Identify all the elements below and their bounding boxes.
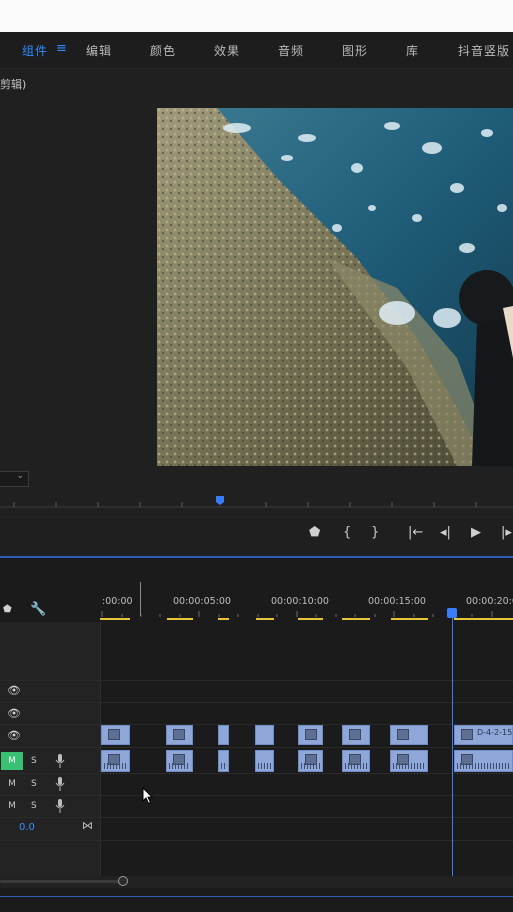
workspace-tab-bar: 组件 ≡ 编辑 颜色 效果 音频 图形 库 抖音竖版 xyxy=(0,32,513,69)
microphone-icon[interactable] xyxy=(55,754,65,768)
video-clip[interactable] xyxy=(255,725,274,745)
master-volume-value[interactable]: 0.0 xyxy=(19,822,35,833)
panel-border xyxy=(0,896,513,897)
tab-graphics[interactable]: 图形 xyxy=(342,42,368,59)
audio-clip[interactable] xyxy=(255,750,274,772)
scroll-handle[interactable] xyxy=(118,876,128,886)
audio-clip[interactable] xyxy=(101,750,130,772)
video-clip[interactable] xyxy=(298,725,323,745)
tab-editing[interactable]: 编辑 xyxy=(86,42,112,59)
tab-audio[interactable]: 音频 xyxy=(278,42,304,59)
render-bar xyxy=(100,618,130,620)
video-clip[interactable] xyxy=(342,725,370,745)
mark-out-icon[interactable]: } xyxy=(371,525,379,540)
monitor-playhead[interactable] xyxy=(216,496,224,505)
audio-clip[interactable] xyxy=(390,750,428,772)
track-headers xyxy=(0,622,101,876)
tab-color[interactable]: 颜色 xyxy=(150,42,176,59)
render-bar xyxy=(256,618,274,620)
audio-clip[interactable] xyxy=(298,750,323,772)
render-bar xyxy=(167,618,193,620)
monitor-title: 剪辑) xyxy=(0,78,27,91)
mark-in-icon[interactable]: { xyxy=(343,525,351,540)
play-icon[interactable]: ▶ xyxy=(471,525,481,540)
timecode-label: 00:00:05:00 xyxy=(173,596,231,607)
scroll-track[interactable] xyxy=(0,880,124,883)
timecode-label: 00:00:15:00 xyxy=(368,596,426,607)
monitor-time-ruler[interactable] xyxy=(0,496,513,518)
mute-button[interactable]: M xyxy=(1,797,23,815)
clip-thumbnail-icon xyxy=(397,729,409,740)
chevron-down-icon: ⌄ xyxy=(16,471,24,481)
audio-clip[interactable] xyxy=(166,750,193,772)
solo-button[interactable]: S xyxy=(31,779,37,789)
render-bar xyxy=(454,618,513,620)
timecode-label: 00:00:20:00 xyxy=(466,596,513,607)
tab-douyin-vertical[interactable]: 抖音竖版 xyxy=(458,42,510,59)
eye-icon[interactable]: 👁 xyxy=(7,729,21,742)
clip-thumbnail-icon xyxy=(349,729,361,740)
cursor-position-line xyxy=(140,582,141,616)
audio-clip[interactable] xyxy=(342,750,370,772)
render-bar xyxy=(342,618,370,620)
timecode-label: 00:00:10:00 xyxy=(271,596,329,607)
render-bar xyxy=(391,618,428,620)
timecode-label: :00:00 xyxy=(102,596,133,607)
render-bar xyxy=(218,618,229,620)
playhead-line xyxy=(452,612,453,877)
audio-clip[interactable] xyxy=(454,750,513,772)
mute-button[interactable]: M xyxy=(1,752,23,770)
step-forward-icon[interactable]: |▸ xyxy=(501,525,512,540)
go-to-in-icon[interactable]: |← xyxy=(408,525,423,540)
eye-icon[interactable]: 👁 xyxy=(7,707,21,720)
video-clip[interactable] xyxy=(166,725,193,745)
eye-icon[interactable]: 👁 xyxy=(7,684,21,697)
tab-libraries[interactable]: 库 xyxy=(406,42,419,59)
mouse-cursor-icon xyxy=(142,787,154,805)
clip-thumbnail-icon xyxy=(305,729,317,740)
solo-button[interactable]: S xyxy=(31,801,37,811)
menu-icon[interactable]: ≡ xyxy=(56,41,67,56)
wrench-icon[interactable]: 🔧 xyxy=(30,602,46,617)
tab-effects[interactable]: 效果 xyxy=(214,42,240,59)
step-back-icon[interactable]: ◂| xyxy=(440,525,451,540)
transport-bar: ⬟ { } |← ◂| ▶ |▸ xyxy=(0,518,513,556)
clip-thumbnail-icon xyxy=(173,729,185,740)
microphone-icon[interactable] xyxy=(55,799,65,813)
video-clip[interactable] xyxy=(390,725,428,745)
window-top-strip xyxy=(0,0,513,32)
clip-thumbnail-icon xyxy=(108,729,120,740)
clip-label: D-4-2-15.m xyxy=(477,728,513,737)
fit-dropdown[interactable]: ⌄ xyxy=(0,471,29,487)
microphone-icon[interactable] xyxy=(55,777,65,791)
marker-icon[interactable]: ⬟ xyxy=(3,604,12,615)
video-clip[interactable] xyxy=(218,725,229,745)
clip-thumbnail-icon xyxy=(461,729,473,740)
add-marker-icon[interactable]: ⬟ xyxy=(309,525,320,540)
mute-button[interactable]: M xyxy=(1,775,23,793)
end-marker-icon[interactable]: ⋈ xyxy=(82,819,93,832)
solo-button[interactable]: S xyxy=(31,756,37,766)
video-clip[interactable]: D-4-2-15.m xyxy=(454,725,513,745)
render-bar xyxy=(298,618,323,620)
video-clip[interactable] xyxy=(101,725,130,745)
video-frame xyxy=(157,108,513,466)
tab-assembly[interactable]: 组件 xyxy=(22,42,48,59)
audio-clip[interactable] xyxy=(218,750,229,772)
